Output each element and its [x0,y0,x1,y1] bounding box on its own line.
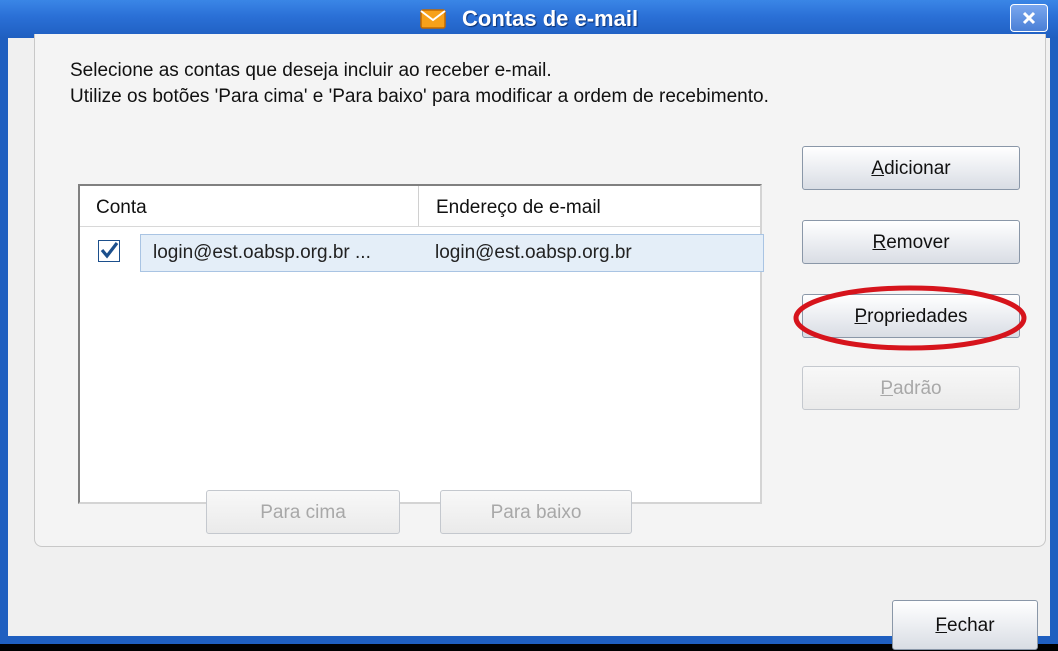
add-mnemonic: A [871,158,885,179]
email-cell: login@est.oabsp.org.br [435,242,632,263]
remove-mnemonic: R [872,232,887,253]
close-icon [1022,11,1036,25]
close-button[interactable]: Fechar [892,600,1038,650]
column-separator[interactable] [418,186,419,226]
email-accounts-dialog: Contas de e-mail Selecione as contas que… [0,0,1058,650]
dialog-client-area: Selecione as contas que deseja incluir a… [8,34,1050,650]
title-bar[interactable]: Contas de e-mail [0,0,1058,38]
properties-label: ropriedades [867,306,968,327]
column-header-account[interactable]: Conta [96,186,147,226]
column-header-email[interactable]: Endereço de e-mail [436,186,601,226]
account-checkbox[interactable] [98,240,120,262]
add-button[interactable]: Adicionar [802,146,1020,190]
instruction-line-2: Utilize os botões 'Para cima' e 'Para ba… [70,86,769,107]
properties-mnemonic: P [854,306,868,327]
add-label: dicionar [884,158,951,179]
remove-button[interactable]: Remover [802,220,1020,264]
move-down-button[interactable]: Para baixo [440,490,632,534]
instructions: Selecione as contas que deseja incluir a… [70,58,769,110]
accounts-list[interactable]: Conta Endereço de e-mail login@est.oabsp… [78,184,764,504]
title: Contas de e-mail [0,6,1058,35]
default-label: adrão [893,378,942,399]
instruction-line-1: Selecione as contas que deseja incluir a… [70,60,552,81]
window-title: Contas de e-mail [462,6,639,31]
account-cell: login@est.oabsp.org.br ... [153,242,371,263]
checkmark-icon [100,242,119,259]
default-mnemonic: P [880,378,894,399]
close-label: echar [947,615,995,636]
properties-button[interactable]: Propriedades [802,294,1020,338]
envelope-icon [420,9,446,35]
close-mnemonic: F [935,615,948,636]
remove-label: emover [886,232,950,253]
list-header: Conta Endereço de e-mail [80,186,760,227]
table-row[interactable]: login@est.oabsp.org.br ... login@est.oab… [140,234,764,272]
default-button[interactable]: Padrão [802,366,1020,410]
close-window-button[interactable] [1010,4,1048,32]
move-up-button[interactable]: Para cima [206,490,400,534]
